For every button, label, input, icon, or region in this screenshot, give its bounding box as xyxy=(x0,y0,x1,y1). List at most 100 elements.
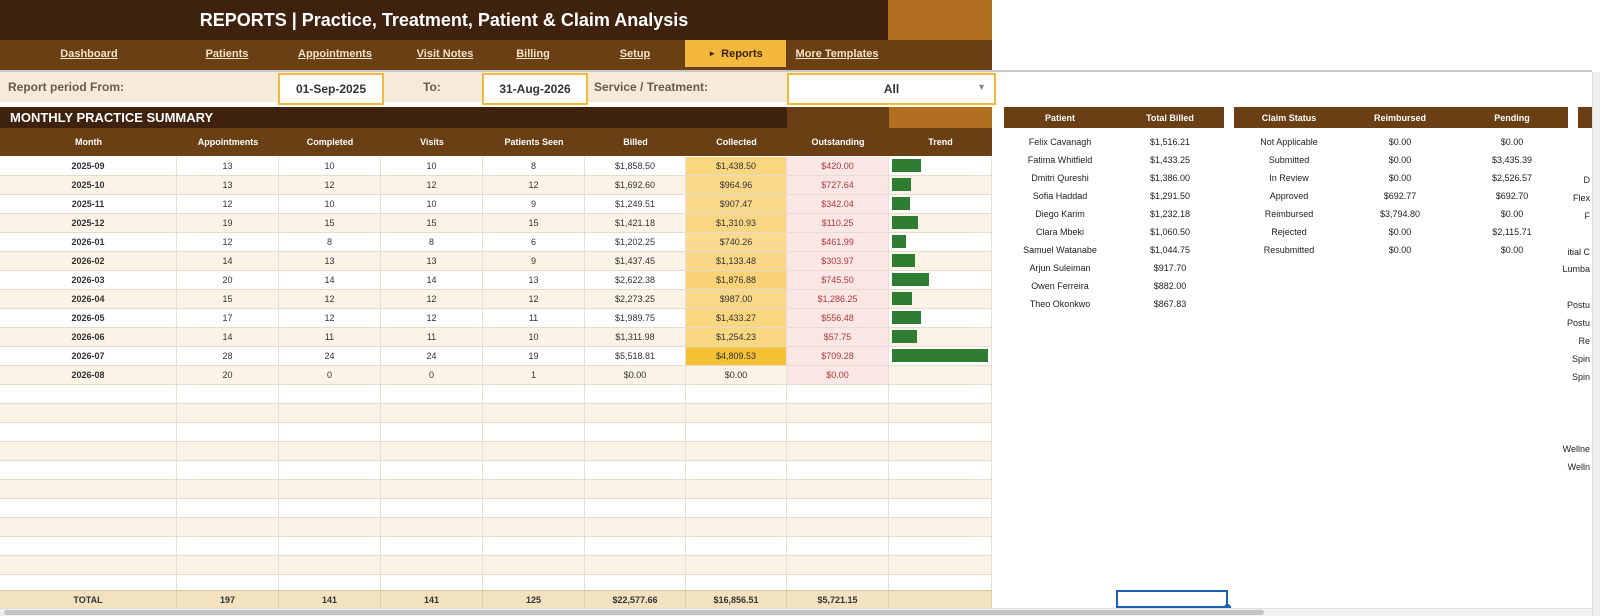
claim-reimbursed: $3,794.80 xyxy=(1379,209,1421,219)
cell-billed xyxy=(585,461,686,479)
cell-patients: 12 xyxy=(483,290,585,308)
cell-patients: 13 xyxy=(483,271,585,289)
to-date-field[interactable]: 31-Aug-2026 xyxy=(482,73,588,105)
claim-status: Resubmitted xyxy=(1263,245,1315,255)
cell-month xyxy=(0,556,177,574)
cell-month xyxy=(0,442,177,460)
patient-total-billed: $917.70 xyxy=(1153,263,1187,273)
cell-month: 2025-09 xyxy=(0,157,177,175)
cell-completed xyxy=(279,423,381,441)
cell-collected xyxy=(686,480,787,498)
truncated-cell: Wellne xyxy=(1562,444,1590,454)
horizontal-scroll-thumb[interactable] xyxy=(4,610,1264,615)
cell-appointments: 14 xyxy=(177,328,279,346)
col-total-billed: Total Billed xyxy=(1146,112,1194,123)
cell-appointments: 19 xyxy=(177,214,279,232)
nav-more-templates[interactable]: More Templates xyxy=(786,40,888,67)
nav-billing[interactable]: Billing xyxy=(498,40,568,67)
cell-outstanding: $57.75 xyxy=(787,328,889,346)
cell-visits xyxy=(381,442,483,460)
claim-pending: $0.00 xyxy=(1500,137,1524,147)
cell-collected: $1,310.93 xyxy=(686,214,787,232)
claim-reimbursed: $0.00 xyxy=(1388,137,1412,147)
table-row: 2026-02 14 13 13 9 $1,437.45 $1,133.48 $303.97 xyxy=(0,252,992,271)
extra-table-header xyxy=(1578,107,1592,128)
patient-name: Arjun Suleiman xyxy=(1029,263,1091,273)
cell-outstanding xyxy=(787,499,889,517)
table-row xyxy=(0,423,992,442)
cell-appointments: 13 xyxy=(177,157,279,175)
service-label: Service / Treatment: xyxy=(594,80,709,94)
truncated-cell: Spin xyxy=(1571,354,1590,364)
nav-patients[interactable]: Patients xyxy=(190,40,264,67)
cell-patients xyxy=(483,518,585,536)
cell-month: 2026-03 xyxy=(0,271,177,289)
cell-appointments xyxy=(177,461,279,479)
truncated-cell: itial C xyxy=(1567,247,1590,257)
cell-month xyxy=(0,480,177,498)
total-appointments: 197 xyxy=(177,591,279,609)
cell-visits: 12 xyxy=(381,290,483,308)
cell-billed xyxy=(585,385,686,403)
cell-collected: $1,438.50 xyxy=(686,157,787,175)
cell-outstanding xyxy=(787,404,889,422)
nav-visit-notes[interactable]: Visit Notes xyxy=(396,40,494,67)
nav-dashboard[interactable]: Dashboard xyxy=(40,40,138,67)
cell-collected xyxy=(686,385,787,403)
trend-bar xyxy=(892,311,921,324)
table-row: 2025-10 13 12 12 12 $1,692.60 $964.96 $727.64 xyxy=(0,176,992,195)
cell-billed: $1,311.98 xyxy=(585,328,686,346)
table-row xyxy=(0,480,992,499)
truncated-cell: D xyxy=(1583,175,1591,185)
selected-cell[interactable] xyxy=(1116,590,1228,608)
nav-appointments[interactable]: Appointments xyxy=(284,40,386,67)
cell-visits xyxy=(381,385,483,403)
cell-patients xyxy=(483,461,585,479)
cell-visits: 15 xyxy=(381,214,483,232)
cell-outstanding xyxy=(787,423,889,441)
truncated-cell: F xyxy=(1584,211,1591,221)
cell-outstanding xyxy=(787,461,889,479)
cell-billed xyxy=(585,518,686,536)
cell-trend xyxy=(889,157,992,175)
cell-visits xyxy=(381,461,483,479)
total-patients: 125 xyxy=(483,591,585,609)
cell-collected: $1,876.88 xyxy=(686,271,787,289)
cell-billed xyxy=(585,442,686,460)
table-row xyxy=(0,518,992,537)
cell-trend xyxy=(889,461,992,479)
cell-collected: $0.00 xyxy=(686,366,787,384)
cell-patients xyxy=(483,556,585,574)
cell-patients: 15 xyxy=(483,214,585,232)
cell-collected: $964.96 xyxy=(686,176,787,194)
cell-completed: 24 xyxy=(279,347,381,365)
cell-completed: 15 xyxy=(279,214,381,232)
nav-reports[interactable]: ► Reports xyxy=(685,40,786,67)
truncated-cell: Re xyxy=(1578,336,1590,346)
cell-trend xyxy=(889,252,992,270)
vertical-scrollbar[interactable] xyxy=(1592,72,1600,616)
trend-bar xyxy=(892,273,929,286)
cell-appointments: 12 xyxy=(177,195,279,213)
cell-month: 2026-05 xyxy=(0,309,177,327)
service-dropdown[interactable]: All ▼ xyxy=(787,73,996,105)
cell-visits: 12 xyxy=(381,309,483,327)
col-trend: Trend xyxy=(928,137,953,147)
nav-setup[interactable]: Setup xyxy=(600,40,670,67)
truncated-cell: Postu xyxy=(1566,300,1590,310)
col-billed: Billed xyxy=(623,137,648,147)
cell-collected xyxy=(686,518,787,536)
cell-completed xyxy=(279,461,381,479)
cell-billed xyxy=(585,556,686,574)
table-row xyxy=(0,404,992,423)
cell-collected xyxy=(686,556,787,574)
from-date-field[interactable]: 01-Sep-2025 xyxy=(278,73,384,105)
cell-outstanding: $303.97 xyxy=(787,252,889,270)
table-row: 2026-05 17 12 12 11 $1,989.75 $1,433.27 $556.48 xyxy=(0,309,992,328)
cell-completed xyxy=(279,404,381,422)
cell-appointments xyxy=(177,423,279,441)
cell-trend xyxy=(889,404,992,422)
cell-billed: $5,518.81 xyxy=(585,347,686,365)
cell-outstanding xyxy=(787,385,889,403)
patient-name: Dmitri Qureshi xyxy=(1031,173,1089,183)
